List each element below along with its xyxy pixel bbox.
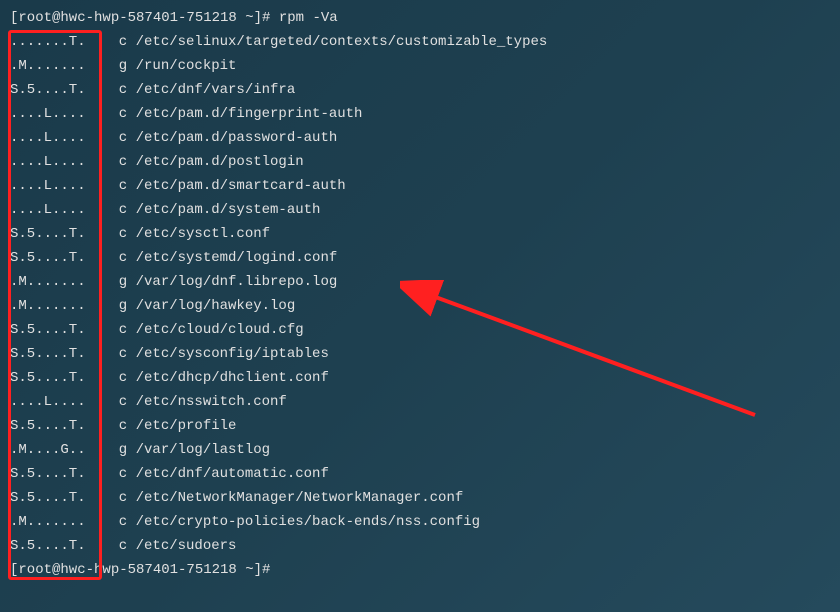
rpm-flags: .M....... xyxy=(10,54,102,78)
rpm-path: /etc/dhcp/dhclient.conf xyxy=(136,366,329,390)
rpm-flags: .......T. xyxy=(10,30,102,54)
rpm-type: c xyxy=(102,462,136,486)
rpm-type: c xyxy=(102,342,136,366)
output-line: S.5....T. c /etc/dhcp/dhclient.conf xyxy=(10,366,830,390)
rpm-type: g xyxy=(102,54,136,78)
output-line: S.5....T. c /etc/sysconfig/iptables xyxy=(10,342,830,366)
rpm-flags: S.5....T. xyxy=(10,78,102,102)
rpm-path: /etc/pam.d/system-auth xyxy=(136,198,321,222)
rpm-type: c xyxy=(102,390,136,414)
rpm-path: /etc/pam.d/smartcard-auth xyxy=(136,174,346,198)
output-line: .M....... g /var/log/dnf.librepo.log xyxy=(10,270,830,294)
output-line: ....L.... c /etc/pam.d/postlogin xyxy=(10,150,830,174)
rpm-type: c xyxy=(102,510,136,534)
rpm-path: /etc/dnf/automatic.conf xyxy=(136,462,329,486)
rpm-path: /etc/sysconfig/iptables xyxy=(136,342,329,366)
rpm-flags: ....L.... xyxy=(10,126,102,150)
rpm-flags: ....L.... xyxy=(10,102,102,126)
rpm-flags: .M....... xyxy=(10,510,102,534)
prompt-line-1[interactable]: [root@hwc-hwp-587401-751218 ~]# rpm -Va xyxy=(10,6,830,30)
output-line: .M....G.. g /var/log/lastlog xyxy=(10,438,830,462)
prompt-text: [root@hwc-hwp-587401-751218 ~]# xyxy=(10,558,279,582)
rpm-flags: S.5....T. xyxy=(10,342,102,366)
rpm-flags: .M....... xyxy=(10,294,102,318)
rpm-type: g xyxy=(102,270,136,294)
rpm-path: /etc/sysctl.conf xyxy=(136,222,270,246)
rpm-type: c xyxy=(102,198,136,222)
rpm-type: c xyxy=(102,126,136,150)
output-line: ....L.... c /etc/pam.d/system-auth xyxy=(10,198,830,222)
output-line: .M....... g /var/log/hawkey.log xyxy=(10,294,830,318)
rpm-type: c xyxy=(102,534,136,558)
output-line: ....L.... c /etc/pam.d/password-auth xyxy=(10,126,830,150)
rpm-flags: S.5....T. xyxy=(10,462,102,486)
output-line: S.5....T. c /etc/sudoers xyxy=(10,534,830,558)
rpm-type: c xyxy=(102,174,136,198)
rpm-flags: .M....... xyxy=(10,270,102,294)
rpm-flags: S.5....T. xyxy=(10,366,102,390)
rpm-flags: S.5....T. xyxy=(10,246,102,270)
rpm-flags: S.5....T. xyxy=(10,222,102,246)
rpm-flags: ....L.... xyxy=(10,390,102,414)
output-line: S.5....T. c /etc/NetworkManager/NetworkM… xyxy=(10,486,830,510)
rpm-type: c xyxy=(102,246,136,270)
output-container: .......T. c /etc/selinux/targeted/contex… xyxy=(10,30,830,558)
prompt-line-2[interactable]: [root@hwc-hwp-587401-751218 ~]# xyxy=(10,558,830,582)
rpm-type: c xyxy=(102,30,136,54)
rpm-type: g xyxy=(102,294,136,318)
rpm-path: /var/log/dnf.librepo.log xyxy=(136,270,338,294)
rpm-path: /etc/sudoers xyxy=(136,534,237,558)
output-line: .M....... c /etc/crypto-policies/back-en… xyxy=(10,510,830,534)
rpm-type: c xyxy=(102,222,136,246)
output-line: S.5....T. c /etc/dnf/vars/infra xyxy=(10,78,830,102)
rpm-path: /etc/dnf/vars/infra xyxy=(136,78,296,102)
rpm-flags: S.5....T. xyxy=(10,486,102,510)
rpm-path: /etc/selinux/targeted/contexts/customiza… xyxy=(136,30,548,54)
rpm-flags: S.5....T. xyxy=(10,534,102,558)
rpm-type: g xyxy=(102,438,136,462)
output-line: .M....... g /run/cockpit xyxy=(10,54,830,78)
rpm-flags: .M....G.. xyxy=(10,438,102,462)
rpm-path: /etc/systemd/logind.conf xyxy=(136,246,338,270)
rpm-type: c xyxy=(102,150,136,174)
rpm-flags: ....L.... xyxy=(10,198,102,222)
rpm-path: /etc/pam.d/password-auth xyxy=(136,126,338,150)
prompt-text: [root@hwc-hwp-587401-751218 ~]# rpm -Va xyxy=(10,6,338,30)
rpm-path: /etc/profile xyxy=(136,414,237,438)
output-line: S.5....T. c /etc/systemd/logind.conf xyxy=(10,246,830,270)
output-line: S.5....T. c /etc/cloud/cloud.cfg xyxy=(10,318,830,342)
rpm-type: c xyxy=(102,102,136,126)
rpm-path: /var/log/lastlog xyxy=(136,438,270,462)
output-line: ....L.... c /etc/pam.d/smartcard-auth xyxy=(10,174,830,198)
rpm-path: /etc/pam.d/postlogin xyxy=(136,150,304,174)
rpm-path: /etc/crypto-policies/back-ends/nss.confi… xyxy=(136,510,480,534)
rpm-flags: ....L.... xyxy=(10,150,102,174)
rpm-path: /etc/cloud/cloud.cfg xyxy=(136,318,304,342)
rpm-type: c xyxy=(102,78,136,102)
output-line: ....L.... c /etc/pam.d/fingerprint-auth xyxy=(10,102,830,126)
rpm-path: /etc/pam.d/fingerprint-auth xyxy=(136,102,363,126)
output-line: ....L.... c /etc/nsswitch.conf xyxy=(10,390,830,414)
rpm-flags: ....L.... xyxy=(10,174,102,198)
rpm-path: /etc/nsswitch.conf xyxy=(136,390,287,414)
rpm-flags: S.5....T. xyxy=(10,414,102,438)
output-line: S.5....T. c /etc/profile xyxy=(10,414,830,438)
rpm-type: c xyxy=(102,414,136,438)
rpm-path: /etc/NetworkManager/NetworkManager.conf xyxy=(136,486,464,510)
rpm-flags: S.5....T. xyxy=(10,318,102,342)
rpm-type: c xyxy=(102,318,136,342)
rpm-path: /run/cockpit xyxy=(136,54,237,78)
output-line: S.5....T. c /etc/dnf/automatic.conf xyxy=(10,462,830,486)
output-line: .......T. c /etc/selinux/targeted/contex… xyxy=(10,30,830,54)
output-line: S.5....T. c /etc/sysctl.conf xyxy=(10,222,830,246)
rpm-type: c xyxy=(102,366,136,390)
rpm-path: /var/log/hawkey.log xyxy=(136,294,296,318)
rpm-type: c xyxy=(102,486,136,510)
